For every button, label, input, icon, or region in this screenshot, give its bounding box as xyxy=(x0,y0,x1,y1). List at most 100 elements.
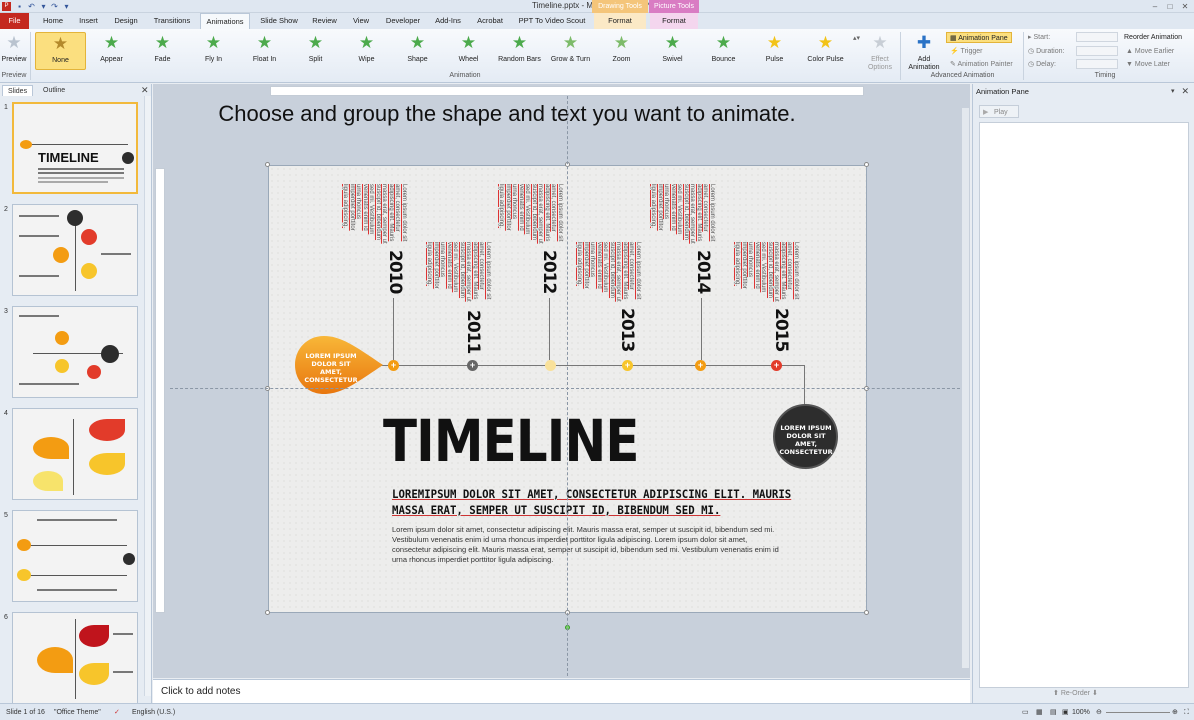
effect-grow-turn[interactable]: ★ Grow & Turn xyxy=(545,32,596,70)
tab-slides[interactable]: Slides xyxy=(2,85,34,96)
effect-appear[interactable]: ★ Appear xyxy=(86,32,137,70)
editor-scrollbar[interactable] xyxy=(962,108,969,668)
tab-insert[interactable]: Insert xyxy=(72,13,105,29)
effect-shape[interactable]: ★ Shape xyxy=(392,32,443,70)
resize-handle[interactable] xyxy=(864,610,869,615)
close-icon[interactable]: ✕ xyxy=(1178,1,1192,12)
vertical-guide[interactable] xyxy=(567,96,568,676)
effect-pulse[interactable]: ★ Pulse xyxy=(749,32,800,70)
tab-outline[interactable]: Outline xyxy=(38,85,70,96)
slide-number: 5 xyxy=(4,512,8,519)
slide-subheading[interactable]: LOREMIPSUM DOLOR SIT AMET, CONSECTETUR A… xyxy=(392,486,801,518)
delay-input[interactable] xyxy=(1076,59,1118,69)
resize-handle[interactable] xyxy=(864,162,869,167)
slide-thumbnail-1[interactable]: TIMELINE xyxy=(12,102,138,194)
reorder-controls[interactable]: ⬆ Re-Order ⬇ xyxy=(1053,689,1098,697)
gallery-scroll-icon[interactable]: ▴▾ xyxy=(853,33,860,44)
move-earlier-button[interactable]: ▲ Move Earlier xyxy=(1126,46,1174,57)
effect-zoom[interactable]: ★ Zoom xyxy=(596,32,647,70)
theme-name[interactable]: "Office Theme" xyxy=(54,704,101,720)
minimize-icon[interactable]: – xyxy=(1148,1,1162,12)
slide-thumbnail-6[interactable] xyxy=(12,612,138,704)
horizontal-guide[interactable] xyxy=(170,388,965,389)
slide-thumbnail-5[interactable] xyxy=(12,510,138,602)
play-button[interactable]: ▶ Play xyxy=(979,105,1019,118)
effect-wipe[interactable]: ★ Wipe xyxy=(341,32,392,70)
close-pane-icon[interactable]: ✕ xyxy=(1181,86,1189,97)
tab-ppt-to-video-scout[interactable]: PPT To Video Scout xyxy=(514,13,590,29)
effect-split[interactable]: ★ Split xyxy=(290,32,341,70)
slide-body-text[interactable]: Lorem ipsum dolor sit amet, consectetur … xyxy=(392,525,787,565)
slide-thumbnail-2[interactable] xyxy=(12,204,138,296)
tab-home[interactable]: Home xyxy=(36,13,70,29)
slide-thumbnail-4[interactable] xyxy=(12,408,138,500)
tab-add-ins[interactable]: Add-Ins xyxy=(430,13,466,29)
tab-developer[interactable]: Developer xyxy=(381,13,425,29)
move-later-button[interactable]: ▼ Move Later xyxy=(1126,59,1170,70)
start-select[interactable] xyxy=(1076,32,1118,42)
trigger-button[interactable]: ⚡ Trigger xyxy=(950,46,982,57)
animation-painter-button[interactable]: ✎ Animation Painter xyxy=(950,59,1013,70)
duration-input[interactable] xyxy=(1076,46,1118,56)
bounce-star-icon: ★ xyxy=(715,33,732,52)
slide-thumbnail-3[interactable] xyxy=(12,306,138,398)
zoom-in-icon[interactable]: ⊕ xyxy=(1172,704,1178,720)
effect-color-pulse[interactable]: ★ Color Pulse xyxy=(800,32,851,70)
tab-acrobat[interactable]: Acrobat xyxy=(472,13,508,29)
effect-bounce[interactable]: ★ Bounce xyxy=(698,32,749,70)
fit-to-window-icon[interactable]: ⛶ xyxy=(1184,704,1189,720)
zoom-slider[interactable] xyxy=(1106,712,1170,713)
effect-none[interactable]: ★ None xyxy=(35,32,86,70)
tab-slide-show[interactable]: Slide Show xyxy=(254,13,304,29)
tab-picture-format[interactable]: Format xyxy=(650,13,698,29)
animation-pane-button[interactable]: ▦ Animation Pane xyxy=(946,32,1012,43)
zoom-out-icon[interactable]: ⊖ xyxy=(1096,704,1102,720)
tab-animations[interactable]: Animations xyxy=(200,13,250,29)
language-indicator[interactable]: English (U.S.) xyxy=(132,704,175,720)
thumb-drop xyxy=(79,625,109,647)
normal-view-icon[interactable]: ▭ xyxy=(1022,704,1029,720)
close-panel-icon[interactable]: ✕ xyxy=(141,85,149,96)
thumb-circle xyxy=(53,247,69,263)
ribbon: ★ Preview Preview ★ None ★ Appear ★ Fade ★ F… xyxy=(0,29,1194,83)
move-down-icon[interactable]: ⬇ xyxy=(1090,690,1098,697)
effect-fly-in[interactable]: ★ Fly In xyxy=(188,32,239,70)
resize-handle[interactable] xyxy=(265,610,270,615)
effect-float-in[interactable]: ★ Float In xyxy=(239,32,290,70)
resize-handle[interactable] xyxy=(265,162,270,167)
spelling-icon[interactable]: ✓ xyxy=(114,704,120,720)
thumb-drop xyxy=(20,140,32,149)
tab-drawing-format[interactable]: Format xyxy=(594,13,646,29)
slide-title[interactable]: TIMELINE xyxy=(383,408,639,474)
pane-dropdown-icon[interactable]: ▾ xyxy=(1171,87,1175,95)
effect-random-bars[interactable]: ★ Random Bars xyxy=(494,32,545,70)
thumb-line xyxy=(73,419,74,495)
tab-design[interactable]: Design xyxy=(108,13,144,29)
slide-sorter-icon[interactable]: ▦ xyxy=(1036,704,1043,720)
thumb-text xyxy=(38,168,124,170)
effect-fade[interactable]: ★ Fade xyxy=(137,32,188,70)
animation-list[interactable] xyxy=(979,122,1189,688)
year-label: 2012 xyxy=(539,250,559,294)
reorder-animation-label: Reorder Animation xyxy=(1124,34,1182,41)
maximize-icon[interactable]: □ xyxy=(1163,1,1177,12)
notes-pane[interactable]: Click to add notes xyxy=(153,679,970,703)
drop-label: LOREM IPSUM DOLOR SIT AMET, CONSECTETUR xyxy=(304,352,358,384)
add-animation-button[interactable]: ✚ Add Animation xyxy=(904,32,944,71)
zoom-level[interactable]: 100% xyxy=(1072,704,1090,720)
reading-view-icon[interactable]: ▤ xyxy=(1050,704,1057,720)
effect-options-button[interactable]: ★ Effect Options xyxy=(862,32,898,71)
tab-transitions[interactable]: Transitions xyxy=(148,13,196,29)
effect-swivel[interactable]: ★ Swivel xyxy=(647,32,698,70)
thumb-circle xyxy=(81,263,97,279)
preview-button[interactable]: ★ Preview xyxy=(0,32,28,70)
tab-file[interactable]: File xyxy=(0,13,29,29)
slides-scrollbar[interactable] xyxy=(144,96,151,696)
tab-view[interactable]: View xyxy=(346,13,376,29)
effect-wheel[interactable]: ★ Wheel xyxy=(443,32,494,70)
thumb-text xyxy=(19,235,59,237)
tab-review[interactable]: Review xyxy=(307,13,342,29)
year-blurb: Lorem ipsum dolor sit amet, consectetur … xyxy=(426,242,492,302)
move-up-icon[interactable]: ⬆ xyxy=(1053,690,1061,697)
slideshow-icon[interactable]: ▣ xyxy=(1062,704,1069,720)
